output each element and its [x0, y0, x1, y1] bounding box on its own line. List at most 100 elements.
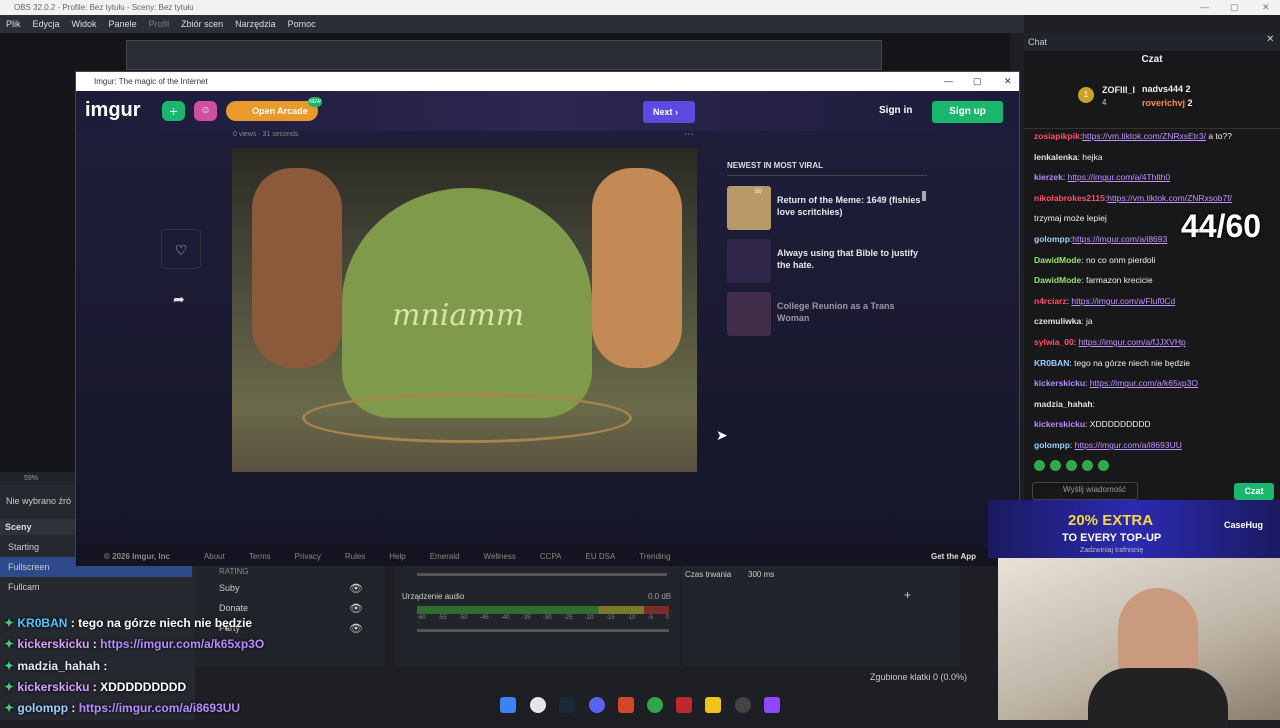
- chat-send-button[interactable]: Czat: [1234, 483, 1274, 500]
- menu-docks[interactable]: Panele: [109, 15, 137, 33]
- maximize-icon[interactable]: ▢: [1230, 0, 1239, 15]
- footer-trending[interactable]: Trending: [639, 552, 670, 561]
- chat-username[interactable]: kickerskicku: [1034, 419, 1085, 429]
- footer-privacy[interactable]: Privacy: [295, 552, 321, 561]
- obs-icon[interactable]: [735, 697, 751, 713]
- chat-link[interactable]: https://imgur.com/a/fJJXVHp: [1078, 337, 1185, 347]
- more-options-icon[interactable]: ⋯: [684, 129, 694, 140]
- emote-icon[interactable]: [1098, 460, 1109, 471]
- get-app-link[interactable]: Get the App: [931, 552, 976, 561]
- footer-help[interactable]: Help: [389, 552, 405, 561]
- chat-username[interactable]: kickerskicku: [1034, 378, 1085, 388]
- emote-icon[interactable]: [1050, 460, 1061, 471]
- chat-username[interactable]: DawidMode: [1034, 255, 1081, 265]
- menu-edit[interactable]: Edycja: [33, 15, 60, 33]
- chat-link[interactable]: https://vm.tiktok.com/ZNRxsob7f/: [1107, 193, 1232, 203]
- chat-username[interactable]: sylwia_00: [1034, 337, 1074, 347]
- sidebar-post-3[interactable]: College Reunion as a Trans Woman: [727, 292, 927, 336]
- chrome-icon[interactable]: [530, 697, 546, 713]
- sidebar-post-1[interactable]: 50 Return of the Meme: 1649 (fishies lov…: [727, 186, 927, 230]
- chat-username[interactable]: DawidMode: [1034, 275, 1081, 285]
- emote-icon[interactable]: [1034, 460, 1045, 471]
- footer-about[interactable]: About: [204, 552, 225, 561]
- leader-2[interactable]: nadvs444 2: [1142, 84, 1191, 94]
- next-button[interactable]: Next ›: [643, 101, 695, 123]
- source-rating[interactable]: RATING: [219, 567, 249, 576]
- footer-eu-dsa[interactable]: EU DSA: [586, 552, 616, 561]
- leader-3[interactable]: roverichvj 2: [1142, 98, 1193, 108]
- app-icon[interactable]: [618, 697, 634, 713]
- menu-view[interactable]: Widok: [72, 15, 97, 33]
- meme-gen-icon[interactable]: ☺: [194, 101, 217, 121]
- menu-help[interactable]: Pomoc: [288, 15, 316, 33]
- close-icon[interactable]: ✕: [1262, 0, 1270, 15]
- chat-username[interactable]: czemuliwka: [1034, 316, 1081, 326]
- lightning-icon[interactable]: [705, 697, 721, 713]
- footer-wellness[interactable]: Wellness: [484, 552, 516, 561]
- sign-up-button[interactable]: Sign up: [932, 101, 1003, 123]
- close-icon[interactable]: ✕: [1266, 34, 1274, 45]
- chat-username[interactable]: KR0BAN: [1034, 358, 1069, 368]
- volume-slider-2[interactable]: [417, 629, 669, 632]
- sidebar-scrollbar[interactable]: [922, 191, 926, 201]
- volume-slider-1[interactable]: [417, 573, 667, 576]
- top-chatter-name[interactable]: ZOFIII_I: [1102, 85, 1135, 95]
- menu-tools[interactable]: Narzędzia: [235, 15, 276, 33]
- windows-start-icon[interactable]: [500, 697, 516, 713]
- source-donate[interactable]: Donate: [219, 603, 248, 613]
- chat-input[interactable]: Wyślij wiadomość: [1032, 482, 1138, 500]
- menu-scene-collection[interactable]: Zbiór scen: [181, 15, 223, 33]
- eye-icon[interactable]: 👁: [349, 582, 363, 595]
- discord-icon[interactable]: [589, 697, 605, 713]
- sidebar-post-2[interactable]: Always using that Bible to justify the h…: [727, 239, 927, 283]
- chat-link[interactable]: https://imgur.com/a/i8693: [1072, 234, 1167, 244]
- chat-username[interactable]: lenkalenka: [1034, 152, 1077, 162]
- chat-link[interactable]: https://imgur.com/a/k65xp3O: [1090, 378, 1198, 388]
- heart-icon[interactable]: ♡: [161, 229, 201, 269]
- eye-icon[interactable]: 👁: [349, 602, 363, 615]
- open-arcade-button[interactable]: Open Arcade: [226, 101, 318, 121]
- chat-username[interactable]: nikolabrokes2115: [1034, 193, 1105, 203]
- chat-username[interactable]: golompp: [1034, 440, 1070, 450]
- twitch-icon[interactable]: [764, 697, 780, 713]
- source-suby[interactable]: Suby: [219, 583, 240, 593]
- footer-terms[interactable]: Terms: [249, 552, 271, 561]
- menu-profile[interactable]: Profil: [149, 15, 170, 33]
- chat-link[interactable]: https://vm.tiktok.com/ZNRxsEtr3/: [1082, 131, 1206, 141]
- chat-username[interactable]: zosiapikpik: [1034, 131, 1080, 141]
- emote-icon[interactable]: [1066, 460, 1077, 471]
- arcade-new-badge: NEW: [308, 97, 322, 107]
- maximize-icon[interactable]: ▢: [973, 72, 982, 91]
- chat-link[interactable]: https://imgur.com/a/4Thlth0: [1068, 172, 1171, 182]
- emote-bar[interactable]: [1034, 460, 1234, 472]
- chat-username[interactable]: n4rciarz: [1034, 296, 1067, 306]
- post-image[interactable]: mniamm: [232, 148, 697, 472]
- chat-username[interactable]: kierzek: [1034, 172, 1063, 182]
- chat-username[interactable]: madzia_hahah: [1034, 399, 1093, 409]
- overlay-username: golompp: [17, 701, 69, 716]
- footer-emerald[interactable]: Emerald: [430, 552, 460, 561]
- chat-username[interactable]: golompp: [1034, 234, 1070, 244]
- footer-rules[interactable]: Rules: [345, 552, 365, 561]
- imgur-main: 0 views · 31 seconds ⋯ ♡ ➦ mniamm NEWEST…: [76, 129, 1019, 546]
- add-transition-icon[interactable]: +: [904, 588, 911, 602]
- steam-icon[interactable]: [559, 697, 575, 713]
- minimize-icon[interactable]: —: [944, 72, 953, 91]
- app-icon[interactable]: [676, 697, 692, 713]
- app-icon[interactable]: [647, 697, 663, 713]
- footer-ccpa[interactable]: CCPA: [540, 552, 562, 561]
- close-icon[interactable]: ✕: [1004, 72, 1012, 91]
- duration-value[interactable]: 300 ms: [748, 570, 774, 579]
- scene-fullcam[interactable]: Fullcam: [0, 577, 192, 597]
- imgur-logo[interactable]: imgur: [85, 99, 141, 122]
- new-post-icon[interactable]: +: [162, 101, 185, 121]
- chat-link[interactable]: https://imgur.com/a/i8693UU: [1075, 440, 1182, 450]
- eye-icon[interactable]: 👁: [349, 622, 363, 635]
- zoom-level[interactable]: 59%: [24, 475, 38, 482]
- menu-file[interactable]: Plik: [6, 15, 21, 33]
- chat-link[interactable]: https://imgur.com/a/Fluf0Cd: [1071, 296, 1175, 306]
- minimize-icon[interactable]: —: [1200, 0, 1209, 15]
- share-arrow-icon[interactable]: ➦: [173, 291, 185, 308]
- sign-in-link[interactable]: Sign in: [879, 105, 912, 116]
- emote-icon[interactable]: [1082, 460, 1093, 471]
